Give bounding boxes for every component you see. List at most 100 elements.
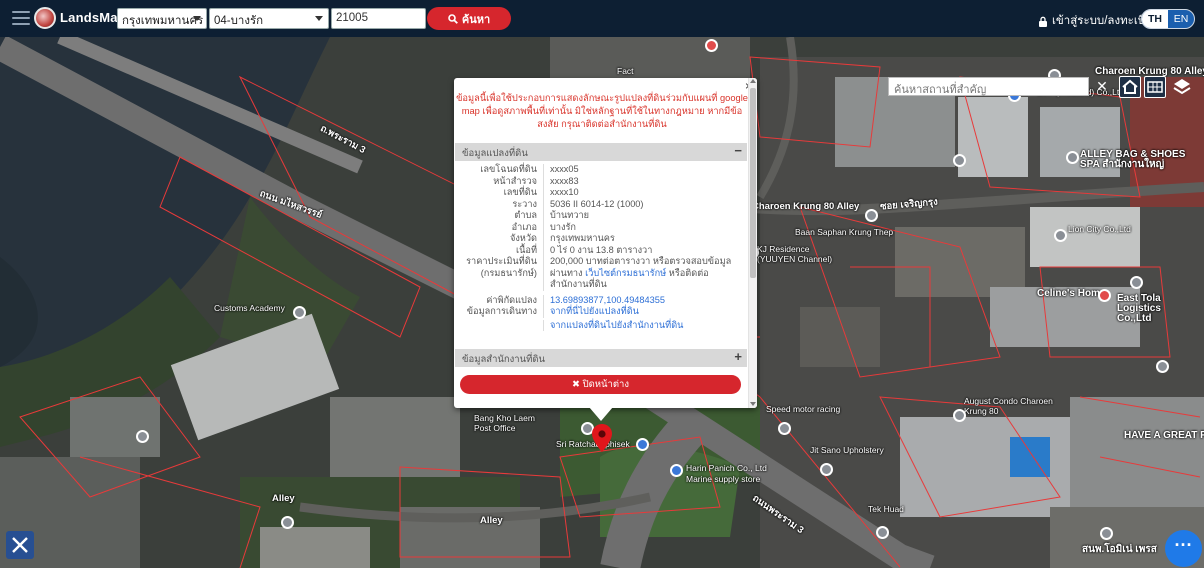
- road-label: Charoen Krung 80 Alley: [752, 201, 860, 212]
- poi-marker[interactable]: [820, 463, 833, 476]
- poi-marker[interactable]: [1098, 289, 1111, 302]
- poi-marker[interactable]: [1130, 276, 1143, 289]
- poi-marker[interactable]: [293, 306, 306, 319]
- detail-key: เนื้อที่: [455, 244, 544, 256]
- popup-pointer: [589, 407, 613, 421]
- road-label: Alley: [480, 515, 503, 526]
- layers-button[interactable]: [1171, 76, 1193, 98]
- poi-marker[interactable]: [1100, 527, 1113, 540]
- poi-marker[interactable]: [865, 209, 878, 222]
- poi-marker[interactable]: [1156, 360, 1169, 373]
- detail-value: บางรัก: [550, 221, 576, 232]
- map-label: Fact: [617, 66, 634, 76]
- detail-key: [455, 319, 544, 331]
- detail-value: 200,000 บาทต่อตารางวา หรือตรวจสอบข้อมูลผ…: [544, 256, 740, 291]
- detail-value: 0 ไร่ 0 งาน 13.8 ตารางวา: [550, 244, 653, 255]
- ellipsis-icon: ···: [1174, 535, 1193, 555]
- treasury-website-link[interactable]: เว็บไซต์กรมธนารักษ์: [585, 268, 666, 278]
- detail-key: หน้าสำรวจ: [455, 175, 544, 187]
- detail-row: ข้อมูลการเดินทาง จากที่นี่ไปยังแปลงที่ดิน: [455, 306, 747, 318]
- detail-row: ระวาง 5036 II 6014-12 (1000): [455, 198, 747, 210]
- language-toggle[interactable]: TH EN: [1141, 9, 1195, 29]
- province-select[interactable]: กรุงเทพมหานคร: [117, 8, 207, 29]
- poi-marker[interactable]: [876, 526, 889, 539]
- office-section-header[interactable]: ข้อมูลสำนักงานที่ดิน +: [455, 349, 747, 367]
- tools-button[interactable]: [6, 531, 34, 559]
- chevron-down-icon: [315, 16, 323, 21]
- poi-marker[interactable]: [778, 422, 791, 435]
- poi-marker[interactable]: [281, 516, 294, 529]
- detail-key: ค่าพิกัดแปลง: [455, 294, 544, 306]
- lock-icon: [1039, 16, 1047, 27]
- grid-icon: [1147, 81, 1163, 93]
- poi-marker[interactable]: [636, 438, 649, 451]
- search-button-label: ค้นหา: [461, 13, 491, 26]
- poi-marker[interactable]: [953, 154, 966, 167]
- map-label: Harin Panich Co., Ltd: [686, 463, 767, 473]
- disclaimer-text: ข้อมูลนี้เพื่อใช้ประกอบการแสดงลักษณะรูปแ…: [456, 93, 748, 129]
- map-label: KJ Residence (YUUYEN Channel): [757, 244, 833, 264]
- parcel-number-input[interactable]: 21005: [331, 8, 426, 29]
- map-label: SPA สำนักงานใหญ่: [1080, 159, 1165, 170]
- wrench-icon: [12, 537, 28, 553]
- detail-value: บ้านทวาย: [550, 210, 590, 220]
- close-window-label: ปิดหน้าต่าง: [582, 379, 630, 390]
- map-label: Bang Kho Laem Post Office: [474, 413, 535, 433]
- detail-row: อำเภอ บางรัก: [455, 221, 747, 233]
- detail-row: เนื้อที่ 0 ไร่ 0 งาน 13.8 ตารางวา: [455, 244, 747, 256]
- detail-row: ค่าพิกัดแปลง 13.69893877,100.49484355: [455, 294, 747, 307]
- coordinates-link[interactable]: 13.69893877,100.49484355: [544, 295, 740, 307]
- detail-value: xxxx83: [550, 175, 579, 186]
- map-label: Speed motor racing: [766, 404, 841, 414]
- route-to-office-link[interactable]: จากแปลงที่ดินไปยังสำนักงานที่ดิน: [544, 320, 740, 332]
- menu-icon[interactable]: [12, 11, 30, 25]
- map-label: Customs Academy: [214, 303, 285, 313]
- location-pin-icon[interactable]: [592, 424, 612, 452]
- collapse-icon[interactable]: −: [734, 143, 742, 158]
- detail-key: ตำบล: [455, 210, 544, 222]
- lang-th-option[interactable]: TH: [1142, 10, 1168, 28]
- grid-button[interactable]: [1144, 76, 1166, 98]
- detail-key: จังหวัด: [455, 233, 544, 245]
- layers-icon: [1173, 79, 1191, 95]
- map-label: Jit Sano Upholstery: [810, 445, 884, 455]
- scroll-down-icon[interactable]: [750, 402, 756, 406]
- district-select[interactable]: 04-บางรัก: [209, 8, 329, 29]
- detail-row: เลขที่ดิน xxxx10: [455, 187, 747, 199]
- more-options-button[interactable]: ···: [1165, 530, 1202, 567]
- place-search-input[interactable]: ค้นหาสถานที่สำคัญ: [888, 77, 1089, 96]
- province-select-value: กรุงเทพมหานคร: [122, 15, 204, 27]
- home-button[interactable]: [1119, 76, 1141, 98]
- popup-scrollbar[interactable]: [748, 78, 757, 408]
- poi-marker[interactable]: [705, 39, 718, 52]
- scroll-up-icon[interactable]: [750, 79, 756, 83]
- search-icon: [448, 13, 458, 24]
- parcel-section-header[interactable]: ข้อมูลแปลงที่ดิน −: [455, 143, 747, 161]
- detail-value: xxxx05: [550, 164, 579, 174]
- expand-icon[interactable]: +: [734, 349, 742, 364]
- map-label: Baan Saphan Krung Thep: [795, 227, 894, 237]
- parcel-section-title: ข้อมูลแปลงที่ดิน: [462, 148, 528, 159]
- close-icon[interactable]: ✕: [1090, 77, 1114, 96]
- search-button[interactable]: ค้นหา: [427, 7, 511, 30]
- detail-row: ตำบล บ้านทวาย: [455, 210, 747, 222]
- detail-value: xxxx10: [550, 187, 579, 197]
- poi-marker[interactable]: [1066, 151, 1079, 164]
- lang-en-option[interactable]: EN: [1168, 10, 1194, 28]
- landsmaps-logo: [34, 7, 56, 29]
- chevron-down-icon: [193, 16, 201, 21]
- detail-row: หน้าสำรวจ xxxx83: [455, 175, 747, 187]
- route-to-parcel-link[interactable]: จากที่นี่ไปยังแปลงที่ดิน: [544, 306, 740, 318]
- detail-key: อำเภอ: [455, 221, 544, 233]
- detail-key: เลขที่ดิน: [455, 187, 544, 199]
- scroll-thumb[interactable]: [750, 88, 756, 278]
- map-label: Marine supply store: [686, 474, 761, 484]
- poi-marker[interactable]: [953, 409, 966, 422]
- close-window-button[interactable]: ✖ ปิดหน้าต่าง: [460, 375, 741, 394]
- poi-marker[interactable]: [136, 430, 149, 443]
- map-label: HAVE A GREAT FOOD&: [1124, 430, 1204, 441]
- poi-marker[interactable]: [670, 464, 683, 477]
- office-section-title: ข้อมูลสำนักงานที่ดิน: [462, 354, 546, 365]
- road-label: Alley: [272, 493, 295, 504]
- poi-marker[interactable]: [1054, 229, 1067, 242]
